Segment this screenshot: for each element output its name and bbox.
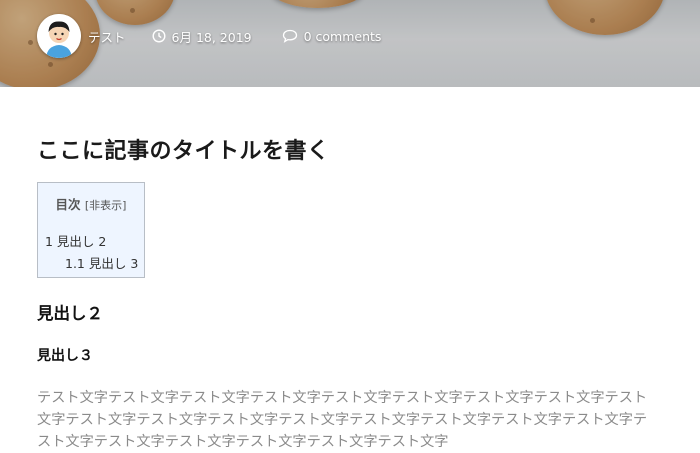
body-paragraph: テスト文字テスト文字テスト文字テスト文字テスト文字テスト文字テスト文字テスト文字…: [37, 390, 648, 450]
avatar[interactable]: [37, 14, 81, 58]
post-date: 6月 18, 2019: [152, 27, 252, 46]
table-of-contents: 目次 [非表示] 1 見出し 2 1.1 見出し 3: [37, 182, 145, 278]
toc-title: 目次: [55, 197, 81, 212]
toc-item-midashi-3[interactable]: 1.1 見出し 3: [65, 253, 138, 272]
toc-heading: 目次 [非表示]: [38, 194, 144, 213]
comment-icon: [282, 29, 297, 43]
clock-icon: [152, 29, 166, 43]
comments-link[interactable]: 0 comments: [282, 29, 382, 44]
header-banner: テスト 6月 18, 2019 0 comments: [0, 0, 700, 87]
author-name[interactable]: テスト: [88, 27, 126, 46]
post-date-text: 6月 18, 2019: [171, 29, 252, 45]
toc-item-midashi-2[interactable]: 1 見出し 2: [45, 231, 106, 250]
toc-toggle-link[interactable]: [非表示]: [85, 199, 127, 212]
heading-3: 見出し３: [37, 348, 93, 364]
post-meta: テスト 6月 18, 2019 0 comments: [37, 13, 381, 59]
article-title: ここに記事のタイトルを書く: [37, 139, 330, 164]
heading-2: 見出し２: [37, 304, 103, 323]
comments-count[interactable]: 0 comments: [304, 29, 382, 44]
